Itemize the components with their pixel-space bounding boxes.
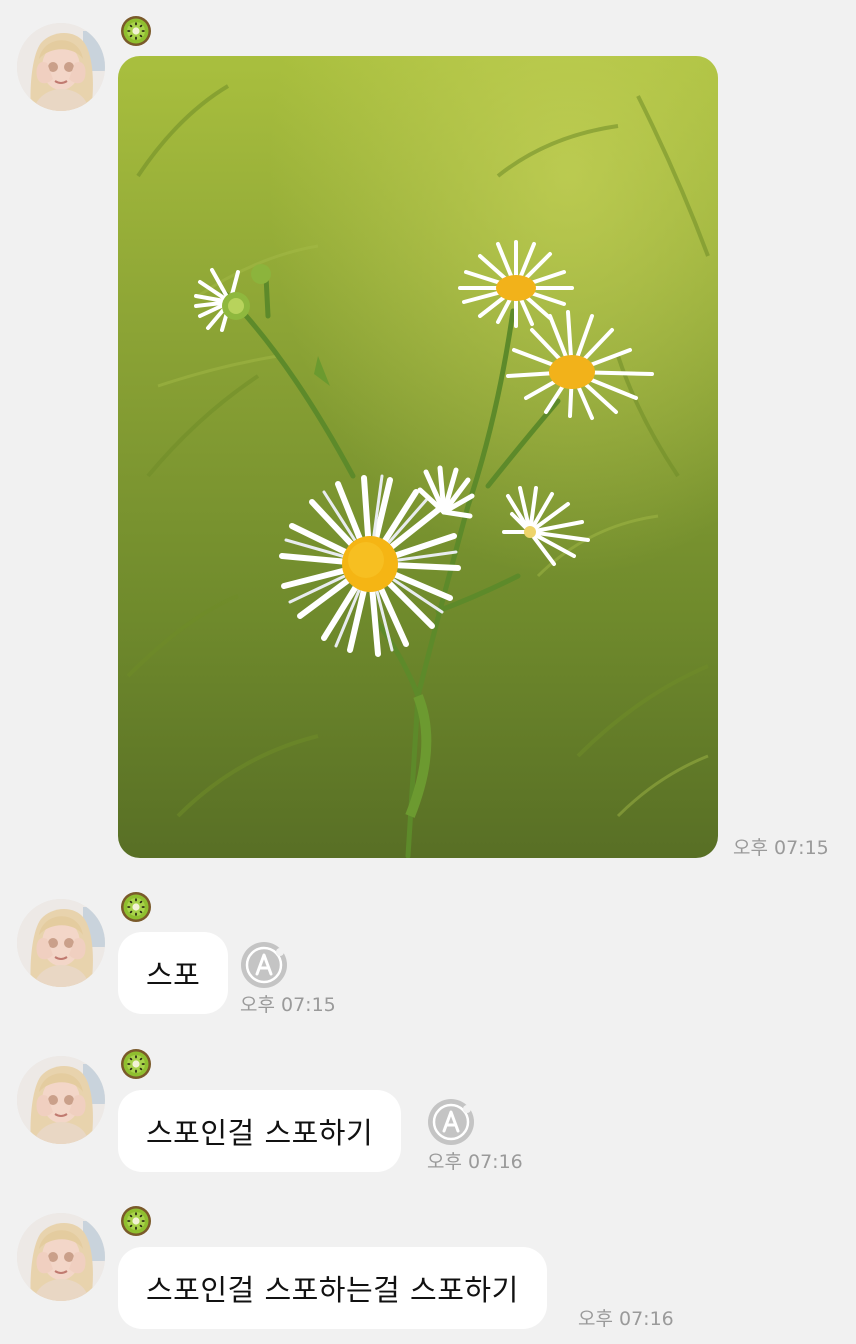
avatar-photo [17,1213,105,1301]
message-bubble[interactable]: 스포인걸 스포하는걸 스포하기 [118,1247,547,1329]
reaction-a-icon[interactable] [427,1098,475,1146]
message-bubble[interactable]: 스포인걸 스포하기 [118,1090,402,1172]
avatar-photo [17,23,105,111]
kiwi-icon [120,15,152,47]
timestamp: 오후 07:15 [733,837,829,859]
timestamp: 오후 07:16 [427,1151,523,1173]
kiwi-icon [120,891,152,923]
avatar-photo [17,899,105,987]
message-bubble[interactable]: 스포 [118,932,229,1014]
avatar[interactable] [17,1213,105,1301]
message-text: 스포인걸 스포하는걸 스포하기 [146,1273,519,1307]
timestamp: 오후 07:16 [578,1308,674,1330]
message-text: 스포 [146,958,201,992]
message-text: 스포인걸 스포하기 [146,1116,374,1150]
shared-photo[interactable] [118,56,718,858]
avatar[interactable] [17,1056,105,1144]
kiwi-icon [120,1205,152,1237]
avatar-photo [17,1056,105,1144]
kiwi-icon [120,1048,152,1080]
avatar[interactable] [17,23,105,111]
reaction-a-icon[interactable] [240,941,288,989]
timestamp: 오후 07:15 [240,994,336,1016]
avatar[interactable] [17,899,105,987]
daisy-photo-image [118,56,718,858]
